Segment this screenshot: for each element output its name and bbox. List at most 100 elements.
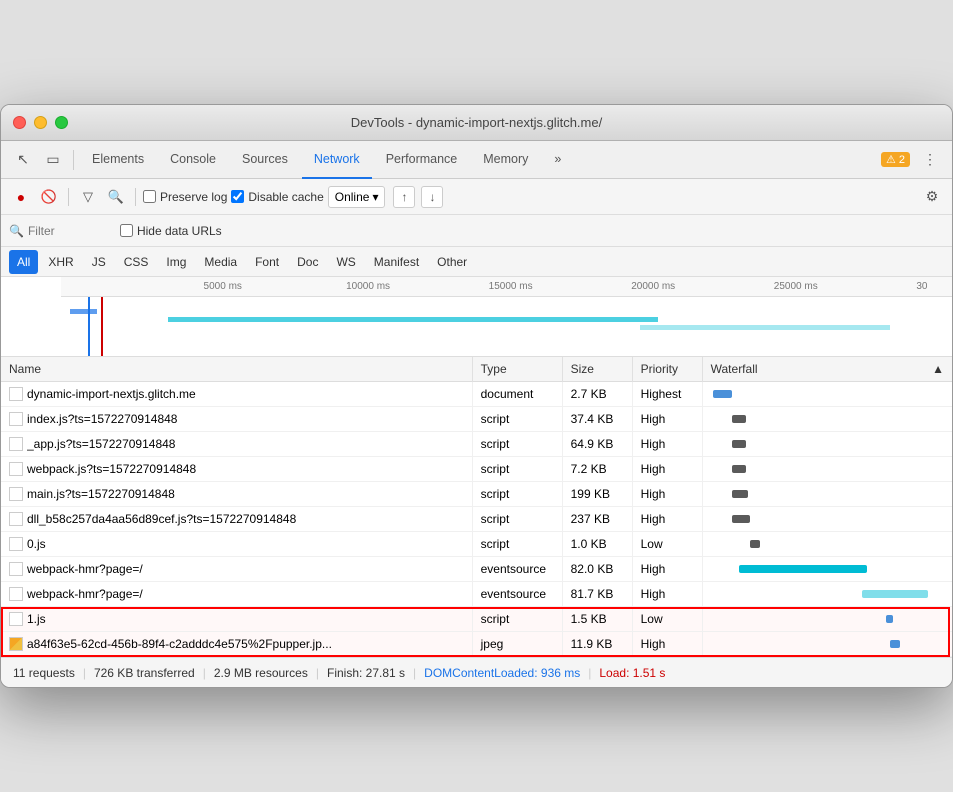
file-type: eventsource <box>472 557 562 582</box>
waterfall-cell <box>702 557 952 582</box>
waterfall-cell <box>702 532 952 557</box>
import-button[interactable]: ↑ <box>393 186 415 208</box>
type-filter-font[interactable]: Font <box>247 250 287 274</box>
load-line <box>101 297 103 356</box>
search-button[interactable]: 🔍 <box>104 185 128 209</box>
type-filter-img[interactable]: Img <box>158 250 194 274</box>
devtools-window: DevTools - dynamic-import-nextjs.glitch.… <box>0 104 953 688</box>
type-filter-doc[interactable]: Doc <box>289 250 326 274</box>
timeline-area: 5000 ms 10000 ms 15000 ms 20000 ms 25000… <box>1 277 952 357</box>
network-toolbar: ● 🚫 ▽ 🔍 Preserve log Disable cache Onlin… <box>1 179 952 215</box>
timeline-bar-eventsource-1 <box>168 317 658 322</box>
col-header-size[interactable]: Size <box>562 357 632 382</box>
filter-input[interactable] <box>28 224 108 238</box>
waterfall-cell <box>702 432 952 457</box>
devtools-tab-bar: ↖ ▭ Elements Console Sources Network Per… <box>1 141 952 179</box>
type-filter-css[interactable]: CSS <box>116 250 157 274</box>
waterfall-cell <box>702 457 952 482</box>
disable-cache-label[interactable]: Disable cache <box>231 190 323 204</box>
file-type: script <box>472 482 562 507</box>
table-body: dynamic-import-nextjs.glitch.medocument2… <box>1 382 952 657</box>
network-table: Name Type Size Priority Waterfall ▲ dyna… <box>1 357 952 657</box>
maximize-button[interactable] <box>55 116 68 129</box>
table-row[interactable]: webpack-hmr?page=/eventsource82.0 KBHigh <box>1 557 952 582</box>
type-filter-ws[interactable]: WS <box>328 250 363 274</box>
title-bar: DevTools - dynamic-import-nextjs.glitch.… <box>1 105 952 141</box>
record-button[interactable]: ● <box>9 185 33 209</box>
file-type: document <box>472 382 562 407</box>
warning-badge[interactable]: ⚠ 2 <box>881 152 910 167</box>
minimize-button[interactable] <box>34 116 47 129</box>
table-row[interactable]: main.js?ts=1572270914848script199 KBHigh <box>1 482 952 507</box>
settings-button[interactable]: ⚙ <box>920 185 944 209</box>
hide-data-urls-label[interactable]: Hide data URLs <box>120 224 222 238</box>
type-filter-other[interactable]: Other <box>429 250 475 274</box>
table-row[interactable]: dynamic-import-nextjs.glitch.medocument2… <box>1 382 952 407</box>
file-size: 81.7 KB <box>562 582 632 607</box>
throttle-select[interactable]: Online ▾ <box>328 186 386 208</box>
file-size: 1.5 KB <box>562 607 632 632</box>
window-title: DevTools - dynamic-import-nextjs.glitch.… <box>351 115 602 130</box>
more-options-button[interactable]: ⋮ <box>916 146 944 174</box>
file-size: 11.9 KB <box>562 632 632 657</box>
timeline-bar-eventsource-2 <box>640 325 889 330</box>
table-row[interactable]: 1.jsscript1.5 KBLow <box>1 607 952 632</box>
file-size: 37.4 KB <box>562 407 632 432</box>
preserve-log-checkbox[interactable] <box>143 190 156 203</box>
type-filter-js[interactable]: JS <box>84 250 114 274</box>
cursor-icon[interactable]: ↖ <box>9 146 37 174</box>
file-priority: High <box>632 482 702 507</box>
col-header-type[interactable]: Type <box>472 357 562 382</box>
tab-more[interactable]: » <box>542 141 573 179</box>
tab-network[interactable]: Network <box>302 141 372 179</box>
traffic-lights <box>13 116 68 129</box>
device-icon[interactable]: ▭ <box>39 146 67 174</box>
export-button[interactable]: ↓ <box>421 186 443 208</box>
toolbar-extras: ⚠ 2 ⋮ <box>881 146 944 174</box>
ruler-mark-30: 30 <box>916 281 927 292</box>
filter-button[interactable]: ▽ <box>76 185 100 209</box>
waterfall-cell <box>702 507 952 532</box>
tab-elements[interactable]: Elements <box>80 141 156 179</box>
table-row[interactable]: webpack-hmr?page=/eventsource81.7 KBHigh <box>1 582 952 607</box>
waterfall-cell <box>702 582 952 607</box>
file-size: 82.0 KB <box>562 557 632 582</box>
disable-cache-checkbox[interactable] <box>231 190 244 203</box>
table-row[interactable]: index.js?ts=1572270914848script37.4 KBHi… <box>1 407 952 432</box>
file-name: 1.js <box>27 612 46 626</box>
file-priority: High <box>632 432 702 457</box>
preserve-log-label[interactable]: Preserve log <box>143 190 227 204</box>
file-type: script <box>472 407 562 432</box>
file-name: index.js?ts=1572270914848 <box>27 412 177 426</box>
tab-performance[interactable]: Performance <box>374 141 470 179</box>
table-row[interactable]: 0.jsscript1.0 KBLow <box>1 532 952 557</box>
close-button[interactable] <box>13 116 26 129</box>
table-row[interactable]: webpack.js?ts=1572270914848script7.2 KBH… <box>1 457 952 482</box>
col-header-waterfall[interactable]: Waterfall ▲ <box>702 357 952 382</box>
table-row[interactable]: dll_b58c257da4aa56d89cef.js?ts=157227091… <box>1 507 952 532</box>
table-row[interactable]: a84f63e5-62cd-456b-89f4-c2adddc4e575%2Fp… <box>1 632 952 657</box>
tab-separator <box>73 150 74 170</box>
type-filter-manifest[interactable]: Manifest <box>366 250 427 274</box>
dom-content-loaded: DOMContentLoaded: 936 ms <box>424 666 580 680</box>
tab-sources[interactable]: Sources <box>230 141 300 179</box>
file-size: 64.9 KB <box>562 432 632 457</box>
filter-input-wrap: 🔍 <box>9 224 108 238</box>
waterfall-cell <box>702 482 952 507</box>
table-row[interactable]: _app.js?ts=1572270914848script64.9 KBHig… <box>1 432 952 457</box>
type-filter-all[interactable]: All <box>9 250 38 274</box>
col-header-name[interactable]: Name <box>1 357 472 382</box>
toolbar-divider-2 <box>135 188 136 206</box>
import-export-controls: ↑ ↓ <box>393 186 443 208</box>
file-name: webpack-hmr?page=/ <box>27 562 143 576</box>
requests-count: 11 requests <box>13 666 75 680</box>
col-header-priority[interactable]: Priority <box>632 357 702 382</box>
resources-size: 2.9 MB resources <box>214 666 308 680</box>
file-name: webpack.js?ts=1572270914848 <box>27 462 196 476</box>
type-filter-media[interactable]: Media <box>196 250 245 274</box>
hide-data-urls-checkbox[interactable] <box>120 224 133 237</box>
tab-console[interactable]: Console <box>158 141 228 179</box>
clear-button[interactable]: 🚫 <box>37 185 61 209</box>
type-filter-xhr[interactable]: XHR <box>40 250 81 274</box>
tab-memory[interactable]: Memory <box>471 141 540 179</box>
